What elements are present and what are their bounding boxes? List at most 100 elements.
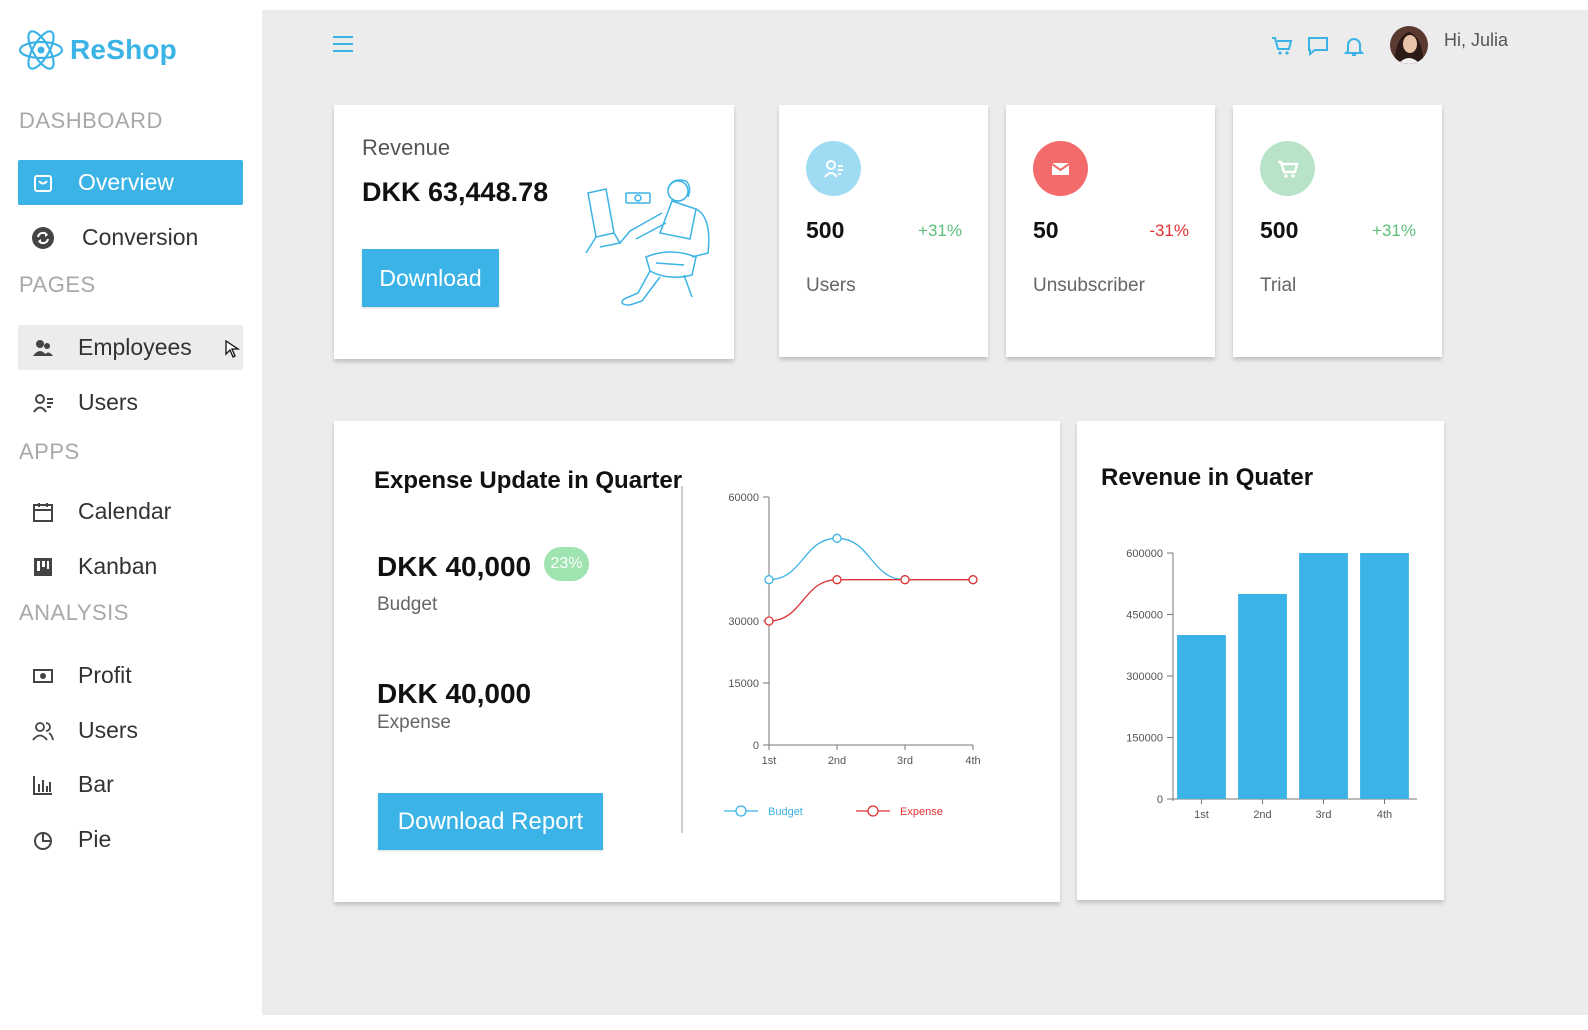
legend-marker bbox=[735, 805, 747, 817]
stat-change: +31% bbox=[918, 221, 962, 240]
bar bbox=[1299, 553, 1348, 799]
user-list-icon bbox=[30, 390, 56, 416]
bell-icon[interactable] bbox=[1342, 34, 1366, 63]
x-tick-label: 4th bbox=[1377, 809, 1392, 821]
data-point-expense bbox=[832, 575, 842, 585]
expense-line-chart: 0 15000 30000 60000 1st 2nd 3rd 4th Budget Expens… bbox=[724, 492, 981, 818]
mail-icon bbox=[1033, 141, 1088, 196]
section-analysis: ANALYSIS bbox=[19, 600, 129, 625]
y-tick-label: 0 bbox=[753, 740, 759, 752]
sidebar-item-kanban[interactable]: Kanban bbox=[18, 544, 243, 589]
budget-value: DKK 40,000 bbox=[377, 551, 532, 582]
stat-card-trial: 500 +31% Trial bbox=[1233, 105, 1442, 357]
money-icon bbox=[30, 663, 56, 689]
y-tick-label: 30000 bbox=[728, 616, 759, 628]
download-button[interactable]: Download bbox=[362, 249, 499, 307]
y-tick-label: 150000 bbox=[1126, 733, 1163, 745]
divider bbox=[681, 486, 683, 833]
hamburger-menu-icon[interactable] bbox=[332, 34, 354, 59]
data-point-budget bbox=[764, 575, 774, 585]
chat-icon[interactable] bbox=[1306, 34, 1330, 63]
section-apps: APPS bbox=[19, 439, 80, 464]
cart-icon[interactable] bbox=[1270, 34, 1294, 63]
greeting[interactable]: Hi, Julia bbox=[1444, 30, 1508, 51]
sidebar-item-analysis-users[interactable]: Users bbox=[18, 708, 243, 753]
sidebar-item-label: Pie bbox=[78, 826, 112, 852]
stat-card-unsubscriber: 50 -31% Unsubscriber bbox=[1006, 105, 1215, 357]
revenue-bar-chart: 0 150000 300000 450000 600000 1st 2nd 3rd 4th bbox=[1126, 548, 1417, 821]
employees-icon bbox=[30, 335, 56, 361]
sidebar-item-overview[interactable]: Overview bbox=[18, 160, 243, 205]
legend-label: Budget bbox=[768, 806, 803, 818]
sidebar-item-label: Employees bbox=[78, 334, 192, 360]
stat-value: 500 bbox=[1260, 217, 1299, 243]
stat-label: Unsubscriber bbox=[1033, 275, 1145, 296]
sidebar-item-conversion[interactable]: Conversion bbox=[18, 215, 243, 260]
mouse-cursor-icon bbox=[225, 337, 241, 364]
conversion-icon bbox=[30, 225, 56, 251]
stat-value: 50 bbox=[1033, 217, 1059, 243]
stat-card-users: 500 +31% Users bbox=[779, 105, 988, 357]
series-line-expense bbox=[768, 579, 973, 622]
percentage-badge: 23% bbox=[544, 547, 589, 581]
revenue-quarter-card: Revenue in Quater 0 150000 300000 450000 600… bbox=[1077, 421, 1444, 900]
sidebar-item-pie[interactable]: Pie bbox=[18, 817, 243, 862]
data-point-expense bbox=[968, 575, 978, 585]
main-content: Hi, Julia Revenue DKK 63,448.78 Download bbox=[262, 10, 1588, 1015]
bar-chart-title: Revenue in Quater bbox=[1101, 464, 1314, 491]
sidebar-item-label: Users bbox=[78, 717, 139, 743]
y-tick-label: 0 bbox=[1157, 794, 1163, 806]
expense-value: DKK 40,000 bbox=[377, 678, 532, 709]
x-tick-label: 1st bbox=[1194, 809, 1209, 821]
section-pages: PAGES bbox=[19, 272, 96, 297]
legend-label: Expense bbox=[900, 806, 943, 818]
bar bbox=[1360, 553, 1409, 799]
sidebar-item-label: Conversion bbox=[82, 224, 199, 250]
kanban-icon bbox=[30, 554, 56, 580]
download-report-button[interactable]: Download Report bbox=[378, 793, 603, 850]
y-tick-label: 600000 bbox=[1126, 548, 1163, 560]
expense-label: Expense bbox=[377, 712, 451, 733]
x-tick-label: 3rd bbox=[897, 755, 913, 767]
sidebar-item-profit[interactable]: Profit bbox=[18, 653, 243, 698]
y-tick-label: 15000 bbox=[728, 678, 759, 690]
app-name: ReShop bbox=[70, 34, 177, 65]
header-icons bbox=[1270, 34, 1366, 63]
react-atom-icon bbox=[18, 30, 64, 70]
stat-value: 500 bbox=[806, 217, 845, 243]
x-tick-label: 4th bbox=[965, 755, 980, 767]
sidebar-item-employees[interactable]: Employees bbox=[18, 325, 243, 370]
sidebar: ReShop DASHBOARD Overview Conversion PAG… bbox=[0, 0, 262, 1030]
expense-card: Expense Update in Quarter DKK 40,000 23%… bbox=[334, 421, 1060, 902]
avatar[interactable] bbox=[1390, 26, 1428, 64]
x-tick-label: 3rd bbox=[1316, 809, 1332, 821]
pie-chart-icon bbox=[30, 827, 56, 853]
y-tick-label: 60000 bbox=[728, 492, 759, 504]
sidebar-item-label: Overview bbox=[78, 169, 174, 195]
bar bbox=[1238, 594, 1287, 799]
budget-label: Budget bbox=[377, 594, 438, 615]
sidebar-item-calendar[interactable]: Calendar bbox=[18, 489, 243, 534]
person-at-computer-illustration bbox=[585, 179, 710, 306]
x-tick-label: 2nd bbox=[1253, 809, 1271, 821]
sidebar-item-label: Kanban bbox=[78, 553, 158, 579]
revenue-title: Revenue bbox=[362, 135, 451, 160]
sidebar-item-label: Profit bbox=[78, 662, 132, 688]
users-icon bbox=[30, 718, 56, 744]
data-point-expense bbox=[764, 616, 774, 626]
logo[interactable]: ReShop bbox=[18, 26, 177, 74]
sidebar-item-users[interactable]: Users bbox=[18, 380, 243, 425]
stat-label: Trial bbox=[1260, 275, 1297, 296]
expense-title: Expense Update in Quarter bbox=[374, 467, 683, 494]
x-tick-label: 1st bbox=[762, 755, 777, 767]
series-line-budget bbox=[768, 537, 973, 581]
sidebar-item-bar[interactable]: Bar bbox=[18, 762, 243, 807]
calendar-icon bbox=[30, 499, 56, 525]
users-icon bbox=[806, 141, 861, 196]
data-point-budget bbox=[832, 533, 842, 543]
bar-chart-icon bbox=[30, 772, 56, 798]
bar bbox=[1177, 635, 1226, 799]
revenue-card: Revenue DKK 63,448.78 Download bbox=[334, 105, 734, 359]
sidebar-item-label: Calendar bbox=[78, 498, 172, 524]
y-tick-label: 300000 bbox=[1126, 671, 1163, 683]
